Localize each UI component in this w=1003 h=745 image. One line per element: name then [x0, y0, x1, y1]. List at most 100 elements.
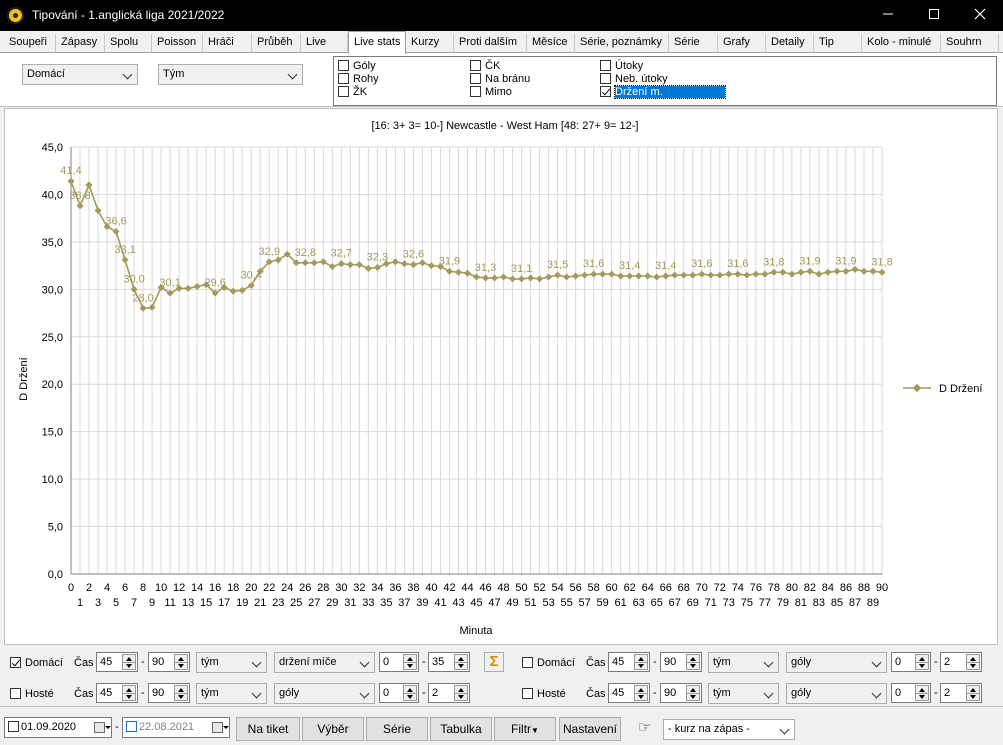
checkbox-home-left[interactable]: Domácí — [10, 657, 63, 670]
team-select[interactable]: Tým — [158, 64, 303, 85]
odds-select[interactable]: - kurz na zápas - — [663, 719, 795, 740]
min-spinner[interactable]: 0 — [379, 652, 419, 672]
tab-kurzy[interactable]: Kurzy — [406, 34, 454, 53]
checkbox-utoky[interactable]: Útoky — [600, 60, 643, 73]
tab-mesice[interactable]: Měsíce — [527, 34, 575, 53]
scope-select[interactable]: tým — [708, 652, 779, 673]
tab-serie[interactable]: Série — [669, 34, 718, 53]
tab-poisson[interactable]: Poisson — [152, 34, 203, 53]
max-spinner[interactable]: 35 — [428, 652, 470, 672]
spinner-arrows-icon[interactable] — [174, 654, 188, 670]
spinner-arrows-icon[interactable] — [174, 685, 188, 701]
data-point — [536, 275, 544, 283]
spinner-arrows-icon[interactable] — [686, 654, 700, 670]
min-spinner[interactable]: 0 — [891, 683, 931, 703]
time-from-spinner[interactable]: 45 — [96, 683, 138, 703]
tab-live[interactable]: Live — [301, 34, 348, 53]
checkbox-ck[interactable]: ČK — [470, 60, 500, 73]
x-tick-label: 29 — [326, 597, 338, 609]
sigma-button[interactable]: Σ — [484, 652, 504, 672]
tab-zapasy[interactable]: Zápasy — [56, 34, 105, 53]
tab-kolo-minule[interactable]: Kolo - minulé — [862, 34, 941, 53]
time-to-spinner[interactable]: 90 — [148, 683, 190, 703]
spinner-arrows-icon[interactable] — [966, 685, 980, 701]
data-point — [824, 268, 832, 276]
tab-hraci[interactable]: Hráči — [203, 34, 252, 53]
vyber-button[interactable]: Výběr — [302, 717, 364, 741]
checkbox-drzeni[interactable]: Držení m. — [600, 85, 726, 99]
tabulka-button[interactable]: Tabulka — [430, 717, 492, 741]
spinner-arrows-icon[interactable] — [915, 654, 929, 670]
checkbox-goly[interactable]: Góly — [338, 60, 376, 73]
tab-proti-dalsim[interactable]: Proti dalším — [454, 34, 527, 53]
checkbox-away-left[interactable]: Hosté — [10, 688, 54, 701]
checkbox-away-right[interactable]: Hosté — [522, 688, 566, 701]
scope-select[interactable]: tým — [196, 683, 267, 704]
x-tick-label: 41 — [434, 597, 446, 609]
stat-select[interactable]: góly — [786, 652, 887, 673]
max-spinner[interactable]: 2 — [940, 652, 982, 672]
checkbox-neb-utoky[interactable]: Neb. útoky — [600, 73, 668, 86]
checkbox-zk[interactable]: ŽK — [338, 86, 367, 99]
max-spinner[interactable]: 2 — [428, 683, 470, 703]
time-to-spinner[interactable]: 90 — [660, 652, 702, 672]
time-from-spinner[interactable]: 45 — [608, 683, 650, 703]
spinner-arrows-icon[interactable] — [403, 685, 417, 701]
checkbox-rohy[interactable]: Rohy — [338, 73, 379, 86]
checkbox-mimo[interactable]: Mimo — [470, 86, 512, 99]
tab-spolu[interactable]: Spolu — [105, 34, 152, 53]
tab-souhrn[interactable]: Souhrn — [941, 34, 999, 53]
tab-live-stats[interactable]: Live stats — [348, 31, 406, 54]
nastaveni-button[interactable]: Nastavení — [559, 717, 621, 741]
max-spinner[interactable]: 2 — [940, 683, 982, 703]
spinner-arrows-icon[interactable] — [454, 685, 468, 701]
x-tick-label: 81 — [795, 597, 807, 609]
tab-souperi[interactable]: Soupeři — [4, 34, 56, 53]
time-to-spinner[interactable]: 90 — [660, 683, 702, 703]
stat-select[interactable]: góly — [786, 683, 887, 704]
spinner-arrows-icon[interactable] — [966, 654, 980, 670]
calendar-icon[interactable] — [92, 719, 111, 736]
date-to-checkbox[interactable] — [126, 721, 137, 732]
min-spinner[interactable]: 0 — [379, 683, 419, 703]
date-to-picker[interactable]: 22.08.2021 — [122, 717, 230, 738]
date-from-checkbox[interactable] — [8, 721, 19, 732]
stat-select[interactable]: držení míče — [274, 652, 375, 673]
minimize-button[interactable] — [865, 0, 911, 31]
spinner-arrows-icon[interactable] — [686, 685, 700, 701]
filtr-button[interactable]: Filtr▼ — [494, 717, 556, 741]
stat-select[interactable]: góly — [274, 683, 375, 704]
calendar-icon[interactable] — [210, 719, 229, 736]
spinner-arrows-icon[interactable] — [403, 654, 417, 670]
serie-button[interactable]: Série — [366, 717, 428, 741]
checkbox-home-right[interactable]: Domácí — [522, 657, 575, 670]
spinner-arrows-icon[interactable] — [634, 654, 648, 670]
spinner-arrows-icon[interactable] — [915, 685, 929, 701]
spinner-arrows-icon[interactable] — [122, 654, 136, 670]
side-select[interactable]: Domácí — [22, 64, 138, 85]
close-button[interactable] — [957, 0, 1003, 31]
date-from-picker[interactable]: 01.09.2020 — [4, 717, 112, 738]
min-spinner[interactable]: 0 — [891, 652, 931, 672]
maximize-button[interactable] — [911, 0, 957, 31]
tab-tip[interactable]: Tip — [814, 34, 862, 53]
x-tick-label: 15 — [200, 597, 212, 609]
x-tick-label: 56 — [569, 582, 581, 594]
data-point — [518, 275, 526, 283]
time-from-spinner[interactable]: 45 — [96, 652, 138, 672]
tab-grafy[interactable]: Grafy — [718, 34, 766, 53]
spinner-arrows-icon[interactable] — [634, 685, 648, 701]
time-from-spinner[interactable]: 45 — [608, 652, 650, 672]
tab-serie-poznamky[interactable]: Série, poznámky — [575, 34, 669, 53]
tab-prubeh[interactable]: Průběh — [252, 34, 301, 53]
checkbox-na-branu[interactable]: Na bránu — [470, 73, 530, 86]
select-value: držení míče — [279, 656, 337, 668]
time-to-spinner[interactable]: 90 — [148, 652, 190, 672]
scope-select[interactable]: tým — [708, 683, 779, 704]
na-tiket-button[interactable]: Na tiket — [236, 717, 300, 741]
tab-detaily[interactable]: Detaily — [766, 34, 814, 53]
spinner-arrows-icon[interactable] — [454, 654, 468, 670]
data-point — [301, 259, 309, 267]
spinner-arrows-icon[interactable] — [122, 685, 136, 701]
scope-select[interactable]: tým — [196, 652, 267, 673]
